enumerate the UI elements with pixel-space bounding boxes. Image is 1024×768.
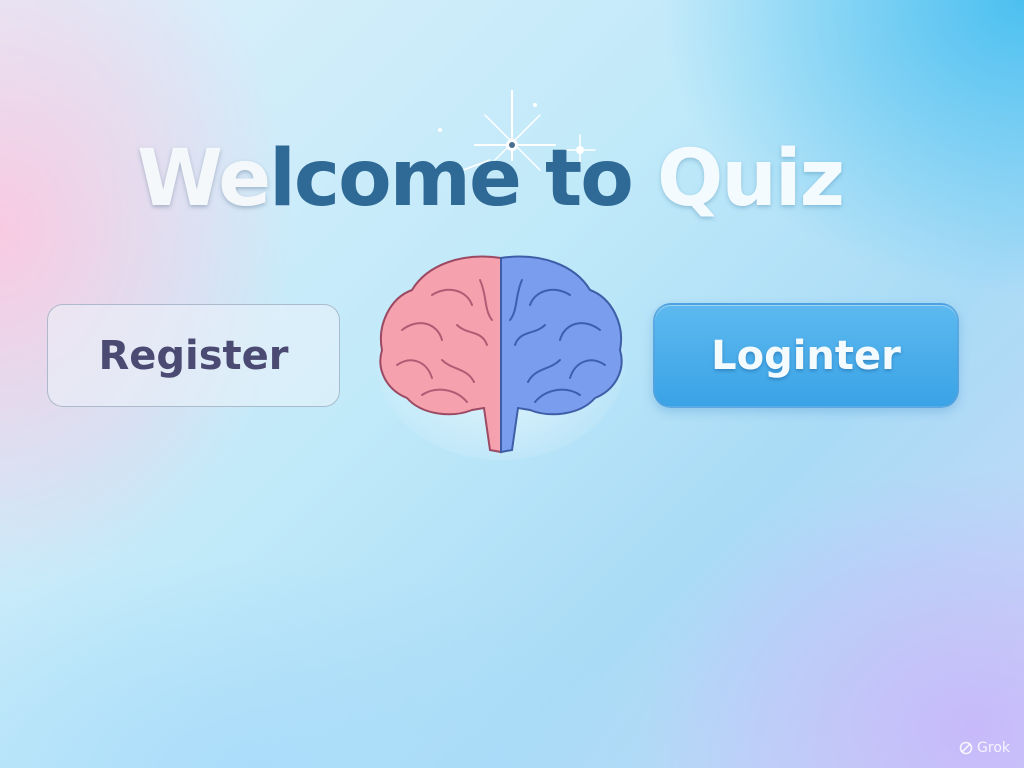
grok-logo-icon	[959, 741, 973, 755]
login-button[interactable]: Loginter	[653, 303, 959, 408]
title-part-3: Quiz	[657, 134, 845, 224]
brain-icon	[376, 255, 626, 460]
register-button[interactable]: Register	[47, 304, 340, 407]
login-button-label: Loginter	[711, 332, 901, 379]
watermark: Grok	[959, 740, 1010, 756]
page-title: Welcome to Quiz	[0, 140, 980, 218]
watermark-label: Grok	[977, 740, 1010, 756]
title-part-1: We	[136, 134, 271, 224]
register-button-label: Register	[98, 332, 289, 379]
title-part-2: lcome to	[269, 134, 658, 224]
